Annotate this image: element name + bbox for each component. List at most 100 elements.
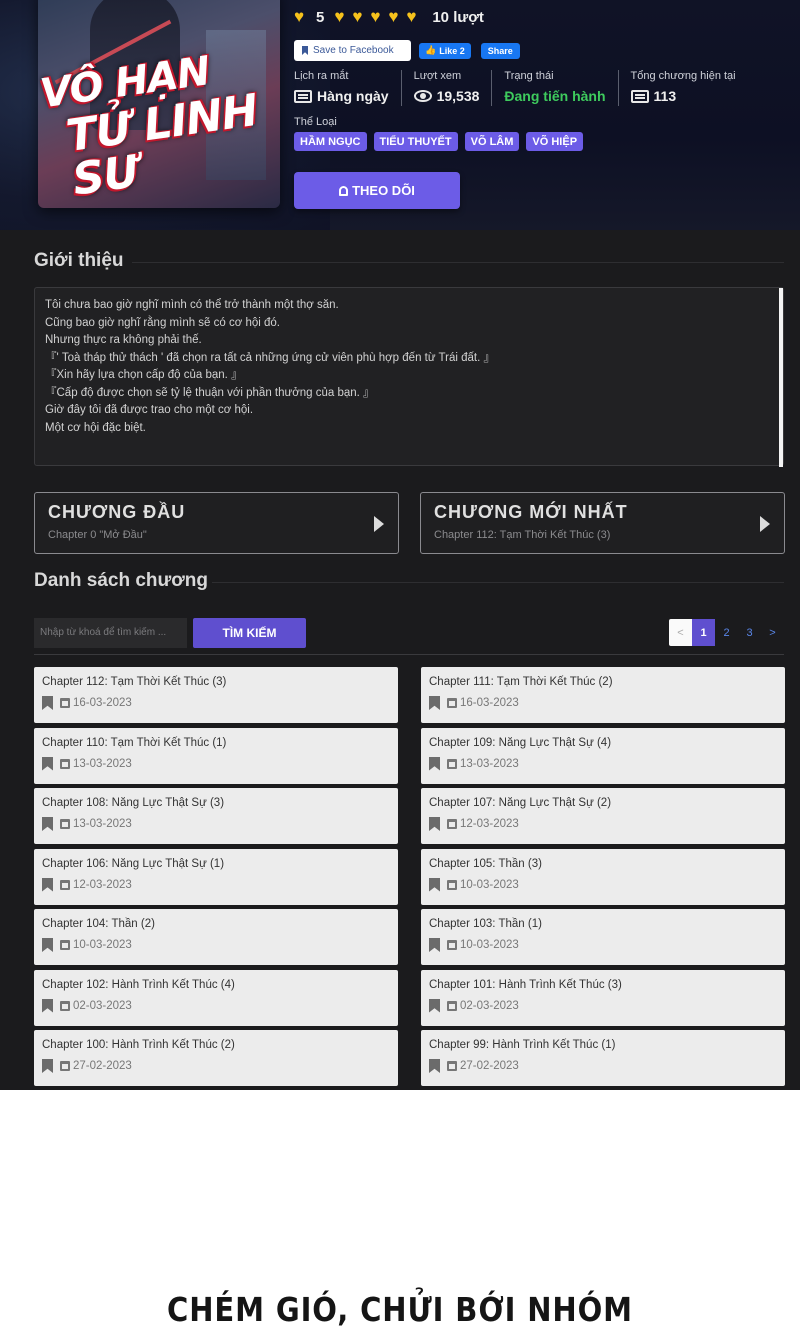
stat-total-chapters-text: 113 bbox=[653, 88, 677, 104]
heart-icon[interactable]: ♥ bbox=[406, 8, 422, 25]
follow-label: THEO DÕI bbox=[352, 183, 415, 198]
heart-icon[interactable]: ♥ bbox=[370, 8, 386, 25]
chapter-item[interactable]: Chapter 102: Hành Trình Kết Thúc (4) 02-0… bbox=[34, 969, 398, 1026]
pagination-page[interactable]: 2 bbox=[715, 619, 738, 646]
calendar-icon bbox=[60, 940, 70, 950]
bookmark-icon[interactable] bbox=[429, 938, 440, 952]
chapter-item[interactable]: Chapter 103: Thần (1) 10-03-2023 bbox=[421, 909, 785, 965]
facebook-like-button[interactable]: 👍 Like 2 bbox=[419, 42, 471, 59]
follow-button[interactable]: THEO DÕI bbox=[294, 172, 460, 209]
heart-icon[interactable]: ♥ bbox=[334, 8, 350, 25]
stat-schedule-text: Hàng ngày bbox=[317, 88, 389, 104]
bookmark-icon[interactable] bbox=[42, 1059, 53, 1073]
genre-tag[interactable]: TIỂU THUYẾT bbox=[373, 132, 458, 151]
bookmark-icon[interactable] bbox=[429, 998, 440, 1013]
intro-scrollbar[interactable] bbox=[779, 288, 783, 467]
genre-tags: HẦM NGỤC TIỂU THUYẾT VÕ LÂM VÕ HIỆP bbox=[294, 132, 584, 151]
calendar-icon bbox=[447, 1061, 457, 1071]
chapter-date: 10-03-2023 bbox=[460, 939, 519, 951]
genre-tag[interactable]: VÕ LÂM bbox=[464, 132, 520, 151]
share-label: Share bbox=[487, 45, 513, 56]
bookmark-icon[interactable] bbox=[42, 696, 53, 710]
calendar-icon bbox=[60, 819, 70, 829]
cover-image[interactable]: VÔ HẠN TỬ LINH SƯ bbox=[38, 0, 280, 208]
pagination-prev[interactable]: < bbox=[669, 619, 692, 646]
chapter-item[interactable]: Chapter 101: Hành Trình Kết Thúc (3) 02-0… bbox=[421, 969, 785, 1026]
bookmark-icon[interactable] bbox=[429, 756, 440, 771]
calendar-icon bbox=[60, 1061, 70, 1071]
bookmark-icon[interactable] bbox=[429, 877, 440, 892]
chapter-search-input[interactable]: Nhập từ khoá để tìm kiếm ... bbox=[34, 618, 187, 648]
bookmark-icon[interactable] bbox=[42, 998, 53, 1013]
chapter-name: Chapter 101: Hành Trình Kết Thúc (3) bbox=[429, 978, 622, 991]
intro-line: Tôi chưa bao giờ nghĩ mình có thể trở th… bbox=[45, 299, 339, 311]
bell-icon bbox=[339, 185, 349, 196]
bookmark-icon[interactable] bbox=[429, 1059, 440, 1073]
chapter-name: Chapter 105: Thần (3) bbox=[429, 857, 542, 870]
bookmark-icon[interactable] bbox=[429, 817, 440, 831]
chapter-name: Chapter 110: Tạm Thời Kết Thúc (1) bbox=[42, 736, 227, 749]
stat-views-text: 19,538 bbox=[436, 88, 480, 104]
chapter-item[interactable]: Chapter 99: Hành Trình Kết Thúc (1) 27-02… bbox=[421, 1030, 785, 1086]
chapter-item[interactable]: Chapter 104: Thần (2) 10-03-2023 bbox=[34, 909, 398, 965]
arrow-right-icon bbox=[374, 516, 384, 532]
save-to-facebook-label: Save to Facebook bbox=[313, 45, 394, 56]
rating-hearts[interactable]: ♥ ♥ ♥ ♥ ♥ bbox=[334, 8, 422, 25]
calendar-icon bbox=[447, 1000, 457, 1011]
heart-icon[interactable]: ♥ bbox=[388, 8, 404, 25]
genre-tag[interactable]: VÕ HIỆP bbox=[526, 132, 584, 151]
intro-line: 『Cấp độ được chọn sẽ tỷ lệ thuận với phầ… bbox=[45, 386, 375, 399]
pagination: < 1 2 3 > bbox=[669, 619, 784, 646]
facebook-share-button[interactable]: Share bbox=[480, 42, 520, 59]
intro-line: Cũng bao giờ nghĩ rằng mình sẽ có cơ hội… bbox=[45, 316, 281, 329]
like-label: Like 2 bbox=[439, 45, 465, 56]
chapter-name: Chapter 99: Hành Trình Kết Thúc (1) bbox=[429, 1039, 616, 1051]
chapter-name: Chapter 109: Năng Lực Thật Sự (4) bbox=[429, 736, 612, 749]
first-chapter-button[interactable]: CHƯƠNG ĐẦU Chapter 0 "Mở Đầu" bbox=[34, 492, 399, 554]
intro-heading: Giới thiệu bbox=[34, 250, 784, 272]
stat-schedule-value: Hàng ngày bbox=[294, 88, 389, 104]
stat-status-label: Trạng thái bbox=[504, 70, 554, 82]
intro-line: Một cơ hội đặc biệt. bbox=[45, 421, 146, 434]
genre-tag[interactable]: HẦM NGỤC bbox=[294, 132, 367, 151]
chapter-name: Chapter 108: Năng Lực Thật Sự (3) bbox=[42, 797, 225, 809]
calendar-icon bbox=[60, 758, 70, 769]
bookmark-icon[interactable] bbox=[42, 877, 53, 892]
chapter-item[interactable]: Chapter 107: Năng Lực Thật Sự (2) 12-03-2… bbox=[421, 788, 785, 844]
calendar-icon bbox=[447, 758, 457, 769]
chapter-item[interactable]: Chapter 111: Tạm Thời Kết Thúc (2) 16-03-… bbox=[421, 667, 785, 723]
intro-line: 『Xin hãy lựa chọn cấp độ của bạn. 』 bbox=[45, 369, 243, 381]
stat-total-chapters-label: Tổng chương hiện tại bbox=[630, 70, 736, 82]
heart-icon: ♥ bbox=[294, 7, 305, 26]
stat-status: Trạng thái Đang tiến hành bbox=[504, 70, 619, 106]
chapter-date: 13-03-2023 bbox=[73, 818, 132, 830]
chapter-item[interactable]: Chapter 112: Tạm Thời Kết Thúc (3) 16-03-… bbox=[34, 667, 398, 723]
bookmark-icon[interactable] bbox=[42, 938, 53, 952]
eye-icon bbox=[413, 90, 432, 102]
chapter-item[interactable]: Chapter 108: Năng Lực Thật Sự (3) 13-03-2… bbox=[34, 788, 398, 844]
chapter-item[interactable]: Chapter 105: Thần (3) 10-03-2023 bbox=[421, 848, 785, 905]
pagination-page[interactable]: 3 bbox=[738, 619, 761, 646]
search-button[interactable]: TÌM KIẾM bbox=[193, 618, 306, 648]
intro-line: Nhưng thực ra không phải thế. bbox=[45, 334, 202, 346]
chapter-name: Chapter 107: Năng Lực Thật Sự (2) bbox=[429, 797, 612, 809]
chapter-date: 12-03-2023 bbox=[73, 878, 132, 891]
latest-chapter-button[interactable]: CHƯƠNG MỚI NHẤT Chapter 112: Tạm Thời Kế… bbox=[420, 492, 785, 554]
pagination-page[interactable]: 1 bbox=[692, 619, 715, 646]
chapter-grid: Chapter 112: Tạm Thời Kết Thúc (3) 16-03-… bbox=[34, 667, 785, 1086]
bookmark-icon[interactable] bbox=[42, 756, 53, 771]
chapter-item[interactable]: Chapter 100: Hành Trình Kết Thúc (2) 27-0… bbox=[34, 1030, 398, 1086]
bookmark-icon[interactable] bbox=[42, 817, 53, 831]
chapter-item[interactable]: Chapter 109: Năng Lực Thật Sự (4) 13-03-2… bbox=[421, 727, 785, 784]
calendar-icon bbox=[294, 89, 312, 103]
intro-line: Giờ đây tôi đã được trao cho một cơ hội. bbox=[45, 404, 254, 416]
pagination-next[interactable]: > bbox=[761, 619, 784, 646]
social-buttons: Save to Facebook 👍 Like 2 Share bbox=[294, 40, 520, 61]
chapter-item[interactable]: Chapter 110: Tạm Thời Kết Thúc (1) 13-03-… bbox=[34, 727, 398, 784]
thumbs-up-icon: 👍 bbox=[425, 45, 437, 55]
save-to-facebook-button[interactable]: Save to Facebook bbox=[294, 40, 411, 61]
heart-icon[interactable]: ♥ bbox=[352, 8, 368, 25]
intro-box: Tôi chưa bao giờ nghĩ mình có thể trở th… bbox=[34, 287, 784, 467]
bookmark-icon[interactable] bbox=[429, 696, 440, 710]
chapter-item[interactable]: Chapter 106: Năng Lực Thật Sự (1) 12-03-2… bbox=[34, 848, 398, 905]
